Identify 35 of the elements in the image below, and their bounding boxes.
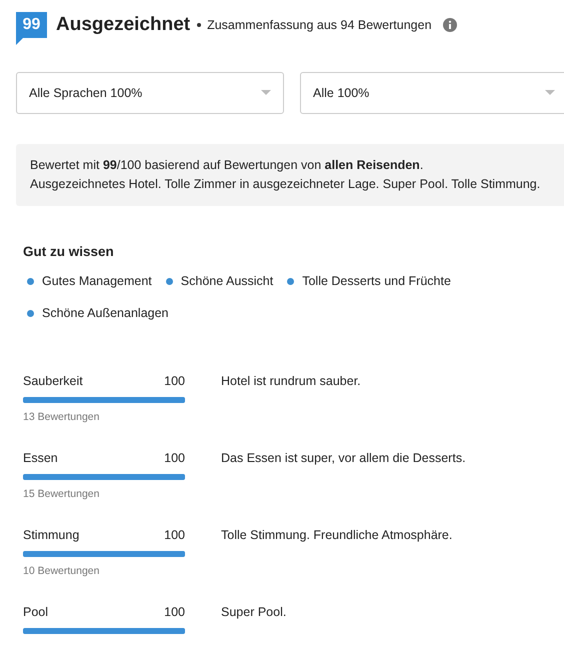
bullet-icon	[287, 278, 294, 284]
category-comment: Das Essen ist super, vor allem die Desserts.	[221, 451, 466, 467]
category-score: 100	[164, 374, 185, 388]
highlight-label: Schöne Aussicht	[180, 274, 274, 288]
bullet-icon	[166, 278, 173, 284]
category-score: 100	[164, 451, 185, 465]
category-comment: Tolle Stimmung. Freundliche Atmosphäre.	[221, 528, 452, 544]
bullet-icon	[27, 278, 34, 284]
section-title: Gut zu wissen	[23, 244, 115, 259]
filter-dropdown[interactable]: Alle 100%	[300, 72, 564, 114]
category-comment: Hotel ist rundrum sauber.	[221, 374, 361, 390]
summary-text: Bewertet mit 99/100 basierend auf Bewertungen von allen Reisenden.	[30, 157, 424, 174]
separator-dot-icon	[197, 23, 202, 27]
caret-icon	[261, 90, 271, 96]
rating-label: Ausgezeichnet	[56, 14, 190, 36]
highlight-label: Schöne Außenanlagen	[42, 306, 168, 320]
review-count: 10 Bewertungen	[23, 565, 100, 577]
category-name: Essen	[23, 451, 58, 465]
caret-icon	[545, 90, 555, 96]
category-comment: Super Pool.	[221, 605, 286, 621]
bullet-icon	[27, 310, 34, 316]
review-summary: Zusammenfassung aus 94 Bewertungen	[207, 18, 432, 32]
review-count: 15 Bewertungen	[23, 488, 100, 500]
category-name: Sauberkeit	[23, 374, 83, 388]
category-score: 100	[164, 605, 185, 619]
category-name: Stimmung	[23, 528, 80, 542]
info-icon[interactable]	[442, 18, 457, 32]
category-score: 100	[164, 528, 185, 542]
highlight-label: Gutes Management	[42, 274, 152, 288]
highlight-label: Tolle Desserts und Früchte	[302, 274, 451, 288]
score-badge: 99	[16, 12, 47, 45]
summary-text: Ausgezeichnetes Hotel. Tolle Zimmer in ausgezeichneter Lage. Super Pool. Tolle Stimmung.	[30, 176, 542, 193]
filter-dropdown[interactable]: Alle Sprachen 100%	[16, 72, 284, 114]
review-count: 13 Bewertungen	[23, 411, 100, 423]
category-name: Pool	[23, 605, 48, 619]
